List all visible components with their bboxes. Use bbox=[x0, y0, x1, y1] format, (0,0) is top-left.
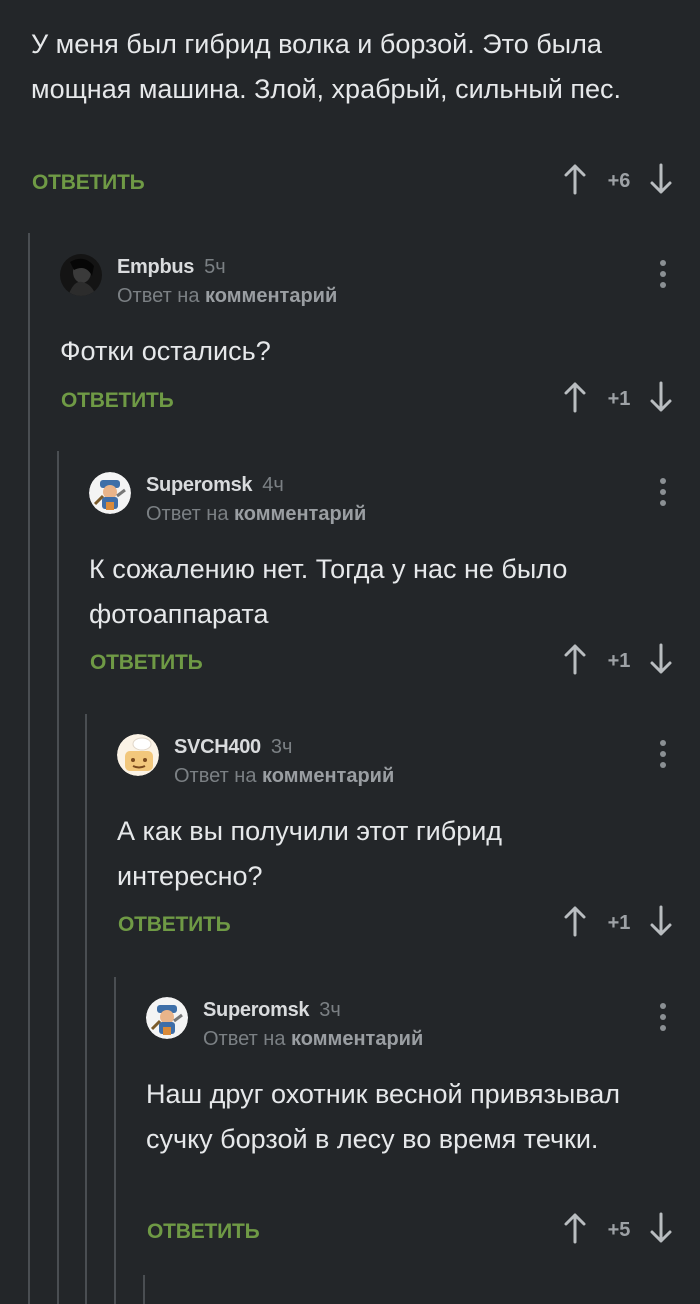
comment-actions: ОТВЕТИТЬ +1 bbox=[90, 643, 680, 683]
comment: Superomsk 4ч Ответ на комментарий К сожал… bbox=[89, 472, 680, 637]
comment-time: 3ч bbox=[319, 999, 341, 1021]
reply-button[interactable]: ОТВЕТИТЬ bbox=[147, 1220, 260, 1244]
reply-button[interactable]: ОТВЕТИТЬ bbox=[90, 651, 203, 675]
reply-button[interactable]: ОТВЕТИТЬ bbox=[118, 913, 231, 937]
username[interactable]: Empbus bbox=[117, 256, 194, 278]
comment-time: 5ч bbox=[204, 256, 226, 278]
reply-to-info: Ответ на комментарий bbox=[146, 503, 366, 526]
reply-to-prefix: Ответ на bbox=[174, 765, 257, 787]
cartoon-miner-icon bbox=[146, 997, 188, 1039]
root-comment-actions: ОТВЕТИТЬ +6 bbox=[32, 163, 680, 203]
comment-text: Фотки остались? bbox=[60, 336, 271, 366]
reply-to-link[interactable]: комментарий bbox=[262, 765, 394, 787]
upvote-arrow-icon[interactable] bbox=[563, 1212, 587, 1244]
downvote-arrow-icon[interactable] bbox=[649, 1212, 673, 1244]
thread-line-level-4 bbox=[114, 977, 116, 1304]
comment-score: +1 bbox=[607, 912, 631, 934]
comment-text: Наш друг охотник весной привязывал сучку… bbox=[146, 1079, 621, 1154]
more-menu-icon[interactable] bbox=[659, 1003, 667, 1031]
thread-line-level-1 bbox=[28, 233, 30, 1304]
comment-score: +6 bbox=[607, 170, 631, 192]
comment: SVCH400 3ч Ответ на комментарий А как вы … bbox=[117, 734, 680, 899]
downvote-arrow-icon[interactable] bbox=[649, 163, 673, 195]
user-avatar[interactable] bbox=[89, 472, 131, 514]
downvote-arrow-icon[interactable] bbox=[649, 905, 673, 937]
username[interactable]: Superomsk bbox=[146, 474, 253, 496]
comment-score: +1 bbox=[607, 388, 631, 410]
username[interactable]: SVCH400 bbox=[174, 736, 261, 758]
reply-to-link[interactable]: комментарий bbox=[291, 1028, 423, 1050]
upvote-arrow-icon[interactable] bbox=[563, 905, 587, 937]
comment-time: 4ч bbox=[262, 474, 284, 496]
thread-line-level-5 bbox=[143, 1275, 145, 1304]
thread-line-level-2 bbox=[57, 451, 59, 1304]
comment-actions: ОТВЕТИТЬ +5 bbox=[147, 1212, 680, 1252]
upvote-arrow-icon[interactable] bbox=[563, 163, 587, 195]
root-comment-text: У меня был гибрид волка и борзой. Это бы… bbox=[31, 29, 622, 104]
downvote-arrow-icon[interactable] bbox=[649, 643, 673, 675]
reply-to-info: Ответ на комментарий bbox=[203, 1028, 423, 1051]
reply-button[interactable]: ОТВЕТИТЬ bbox=[32, 171, 145, 195]
reply-to-info: Ответ на комментарий bbox=[117, 285, 337, 308]
comment-text: А как вы получили этот гибрид интересно? bbox=[117, 816, 503, 891]
comment-score: +5 bbox=[607, 1219, 631, 1241]
reply-to-link[interactable]: комментарий bbox=[234, 503, 366, 525]
reply-to-prefix: Ответ на bbox=[203, 1028, 286, 1050]
cartoon-chef-icon bbox=[117, 734, 159, 776]
more-menu-icon[interactable] bbox=[659, 478, 667, 506]
user-avatar[interactable] bbox=[60, 254, 102, 296]
comment-actions: ОТВЕТИТЬ +1 bbox=[118, 905, 680, 945]
downvote-arrow-icon[interactable] bbox=[649, 381, 673, 413]
upvote-arrow-icon[interactable] bbox=[563, 381, 587, 413]
user-avatar[interactable] bbox=[146, 997, 188, 1039]
more-menu-icon[interactable] bbox=[659, 740, 667, 768]
cartoon-miner-icon bbox=[89, 472, 131, 514]
comment-text: К сожалению нет. Тогда у нас не было фот… bbox=[89, 554, 568, 629]
thread-line-level-3 bbox=[85, 714, 87, 1304]
reply-to-link[interactable]: комментарий bbox=[205, 285, 337, 307]
comment-score: +1 bbox=[607, 650, 631, 672]
username[interactable]: Superomsk bbox=[203, 999, 310, 1021]
user-avatar[interactable] bbox=[117, 734, 159, 776]
reply-to-prefix: Ответ на bbox=[117, 285, 200, 307]
dark-portrait-icon bbox=[60, 254, 102, 296]
comment: Superomsk 3ч Ответ на комментарий Наш дру… bbox=[146, 997, 680, 1162]
more-menu-icon[interactable] bbox=[659, 260, 667, 288]
comment-actions: ОТВЕТИТЬ +1 bbox=[61, 381, 680, 421]
reply-to-info: Ответ на комментарий bbox=[174, 765, 394, 788]
comment: Empbus 5ч Ответ на комментарий Фотки оста… bbox=[60, 254, 680, 374]
reply-button[interactable]: ОТВЕТИТЬ bbox=[61, 389, 174, 413]
comment-time: 3ч bbox=[270, 736, 293, 758]
reply-to-prefix: Ответ на bbox=[146, 503, 229, 525]
upvote-arrow-icon[interactable] bbox=[563, 643, 587, 675]
